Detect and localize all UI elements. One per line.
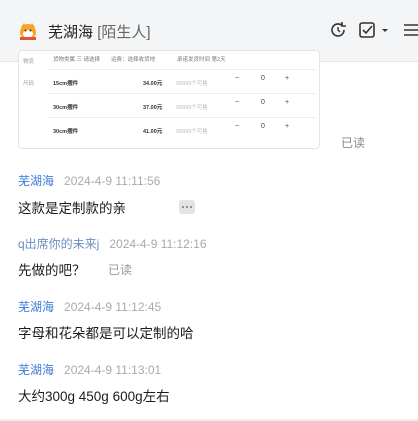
message-header: 芜湖海 2024-4-9 11:12:45 [18, 298, 161, 315]
minus-icon[interactable]: − [235, 75, 239, 82]
product-stock: 99999个可售 [176, 81, 208, 87]
sender-name[interactable]: 芜湖海 [18, 363, 54, 377]
card-header-label[interactable]: 运费：选择收货地 [111, 55, 155, 63]
message-header: 芜湖海 2024-4-9 11:13:01 [18, 361, 161, 378]
message-text[interactable]: 这款是定制款的亲 [18, 197, 126, 217]
product-card[interactable]: 货物类属 三 请选择 运费：选择收货地 承诺发货时间 第2天 物流 尺码 15c… [18, 50, 320, 149]
quantity-value[interactable]: 0 [261, 123, 265, 130]
product-price: 41.00元 [143, 129, 163, 135]
message-time: 2024-4-9 11:12:16 [109, 237, 207, 251]
read-status: 已读 [341, 136, 366, 150]
read-status: 已读 [108, 263, 133, 277]
message-text[interactable]: 字母和花朵都是可以定制的哈 [18, 322, 194, 342]
card-header-row: 货物类属 三 请选择 运费：选择收货地 承诺发货时间 第2天 [19, 55, 319, 65]
product-name: 15cm摆件 [53, 81, 79, 87]
sender-name[interactable]: q出席你的未来j [18, 237, 99, 251]
product-row[interactable]: 30cm摆件 41.00元 99999个可售 − 0 + [47, 117, 317, 141]
check-square-dropdown-icon[interactable] [357, 19, 389, 41]
menu-icon[interactable] [400, 19, 418, 41]
plus-icon[interactable]: + [285, 123, 289, 130]
card-side-label: 尺码 [23, 81, 35, 87]
message-text[interactable]: 大约300g 450g 600g左右 [18, 385, 170, 405]
card-side-label: 物流 [23, 59, 35, 65]
quantity-stepper[interactable]: − 0 + [235, 99, 297, 111]
quantity-stepper[interactable]: − 0 + [235, 123, 297, 135]
card-header-label[interactable]: 承诺发货时间 第2天 [177, 55, 226, 63]
plus-icon[interactable]: + [285, 99, 289, 106]
message-header: 芜湖海 2024-4-9 11:11:56 [18, 172, 160, 189]
minus-icon[interactable]: − [235, 99, 239, 106]
product-price: 37.00元 [143, 105, 163, 111]
quantity-value[interactable]: 0 [261, 75, 265, 82]
product-row[interactable]: 30cm摆件 37.00元 99999个可售 − 0 + [47, 93, 317, 117]
sender-name[interactable]: 芜湖海 [18, 300, 54, 314]
message-header: q出席你的未来j 2024-4-9 11:12:16 [18, 235, 207, 252]
product-stock: 99999个可售 [176, 105, 208, 111]
message-time: 2024-4-9 11:12:45 [64, 300, 162, 314]
card-header-label[interactable]: 货物类属 三 请选择 [53, 55, 100, 63]
contact-name[interactable]: 芜湖海 [48, 24, 93, 41]
message-text[interactable]: 先做的吧？ [18, 259, 86, 279]
message-time: 2024-4-9 11:11:56 [64, 174, 161, 188]
quantity-stepper[interactable]: − 0 + [235, 75, 297, 87]
stranger-tag: [陌生人] [97, 24, 151, 41]
product-stock: 99999个可售 [176, 129, 208, 135]
message-time: 2024-4-9 11:13:01 [64, 363, 162, 377]
refresh-icon[interactable] [327, 19, 349, 41]
product-name: 30cm摆件 [53, 129, 79, 135]
product-name: 30cm摆件 [53, 105, 79, 111]
sender-name[interactable]: 芜湖海 [18, 174, 54, 188]
minus-icon[interactable]: − [235, 123, 239, 130]
more-options-icon[interactable] [179, 200, 195, 214]
product-price: 34.00元 [143, 81, 163, 87]
product-row[interactable]: 15cm摆件 34.00元 99999个可售 − 0 + [47, 69, 317, 93]
chat-title: 芜湖海 [陌生人] [48, 21, 151, 42]
avatar-icon[interactable] [18, 21, 38, 41]
plus-icon[interactable]: + [285, 75, 289, 82]
quantity-value[interactable]: 0 [261, 99, 265, 106]
